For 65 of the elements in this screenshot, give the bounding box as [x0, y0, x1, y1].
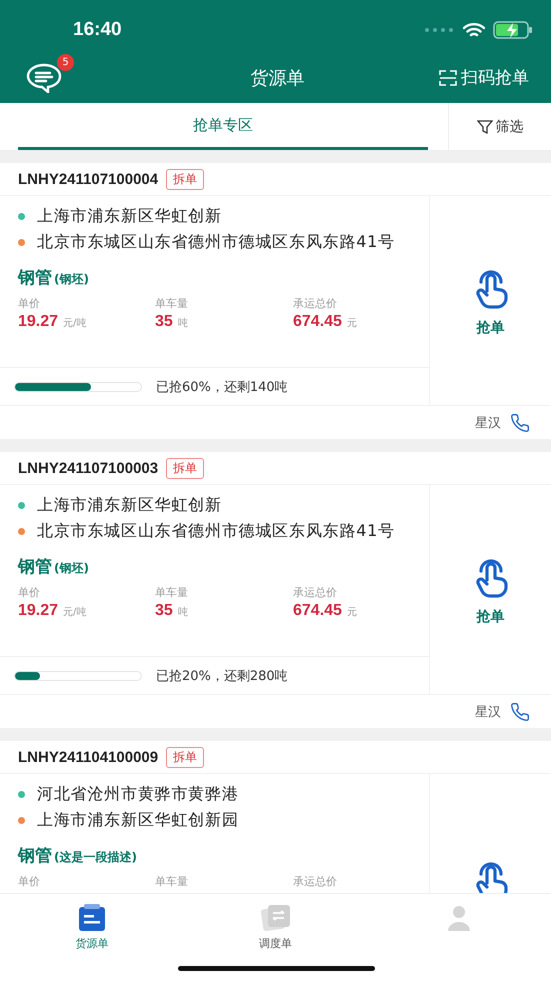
stat-unit: 元/吨 [63, 606, 86, 619]
cargo-name: 钢管 [18, 845, 52, 867]
contact-name: 星汉 [475, 704, 501, 720]
phone-icon[interactable] [509, 702, 531, 722]
contact-name: 星汉 [475, 414, 501, 432]
page-title: 货源单 [250, 66, 304, 90]
battery-icon [493, 21, 533, 39]
stat-label: 单车量 [155, 874, 189, 889]
scan-icon [439, 68, 457, 86]
origin-dot [18, 502, 25, 509]
split-tag: 拆单 [166, 168, 204, 190]
order-number: LNHY241104100009 [18, 748, 158, 766]
origin-address: 上海市浦东新区华虹创新 [37, 495, 222, 515]
cargo-note: (钢坯) [54, 271, 89, 288]
stat-value: 674.45 [293, 313, 342, 331]
cargo-note: (这是一段描述) [54, 849, 137, 866]
filter-button[interactable]: 筛选 [448, 103, 551, 150]
stat-label: 单价 [18, 296, 41, 311]
origin-dot [18, 791, 25, 798]
stat-label: 承运总价 [293, 296, 338, 311]
message-button[interactable] [26, 62, 62, 92]
swap-card-icon [260, 904, 290, 932]
stat-value: 35 [155, 313, 173, 331]
cargo-name: 钢管 [18, 556, 52, 578]
status-time: 16:40 [73, 19, 122, 41]
stat-value: 19.27 [18, 313, 58, 331]
scan-button[interactable]: 扫码抢单 [439, 66, 529, 89]
destination-dot [18, 528, 25, 535]
clipboard-icon [78, 904, 106, 932]
filter-icon [476, 118, 492, 134]
progress-text: 已抢20%，还剩280吨 [156, 668, 288, 684]
stat-unit: 元/吨 [63, 316, 86, 330]
cargo-name: 钢管 [18, 267, 52, 289]
stat-unit: 吨 [178, 316, 188, 330]
progress-text: 已抢60%，还剩140吨 [156, 378, 288, 396]
destination-dot [18, 239, 25, 246]
split-tag: 拆单 [166, 458, 204, 478]
origin-dot [18, 213, 25, 220]
stat-unit: 元 [346, 317, 357, 330]
stat-label: 单价 [18, 585, 41, 600]
stat-label: 单价 [18, 874, 41, 889]
tab-bar-item[interactable]: 货源单 [0, 894, 184, 981]
signal-icon [425, 28, 455, 32]
wifi-icon [463, 22, 485, 38]
order-number: LNHY241107100003 [18, 460, 158, 476]
stat-value: 35 [155, 602, 173, 620]
stat-unit: 元 [346, 606, 357, 619]
stat-label: 单车量 [155, 296, 189, 311]
stat-value: 19.27 [18, 602, 58, 620]
stat-label: 承运总价 [293, 874, 338, 889]
phone-icon[interactable] [509, 412, 531, 432]
destination-dot [18, 817, 25, 824]
stat-value: 674.45 [293, 602, 342, 620]
stat-label: 单车量 [155, 585, 189, 600]
destination-address: 上海市浦东新区华虹创新园 [37, 810, 239, 830]
stat-label: 承运总价 [293, 585, 338, 600]
message-count: 5 [57, 54, 74, 70]
order-number: LNHY241107100004 [18, 170, 158, 188]
stat-unit: 吨 [178, 606, 188, 619]
cargo-note: (钢坯) [54, 560, 89, 577]
split-tag: 拆单 [166, 746, 204, 768]
origin-address: 河北省沧州市黄骅市黄骅港 [37, 784, 239, 804]
destination-address: 北京市东城区山东省德州市德城区东风东路41号 [37, 232, 395, 252]
destination-address: 北京市东城区山东省德州市德城区东风东路41号 [37, 521, 395, 541]
origin-address: 上海市浦东新区华虹创新 [37, 206, 222, 226]
